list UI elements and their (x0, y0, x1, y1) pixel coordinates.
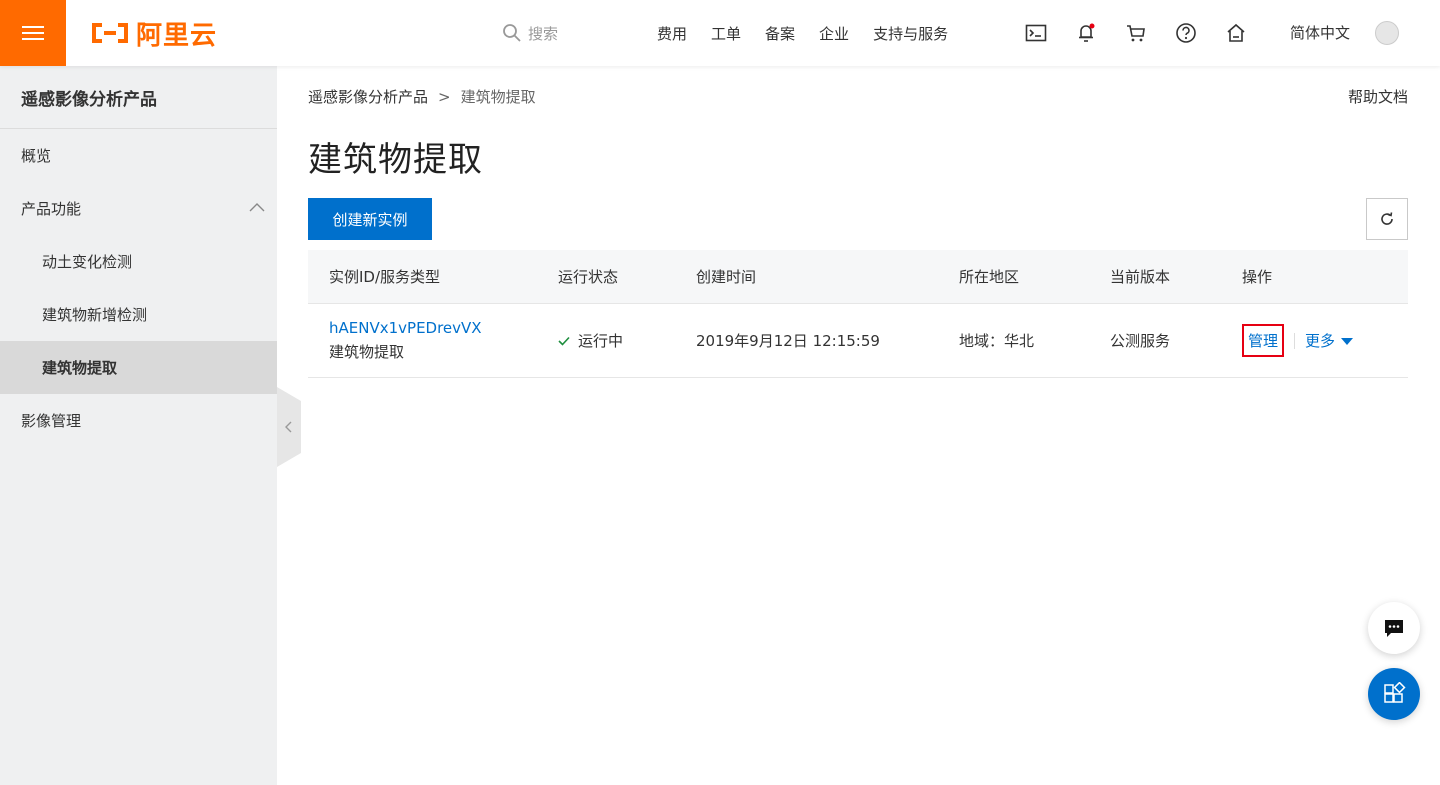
table-row: hAENVx1vPEDrevVX 建筑物提取 运行中 2019年9月12日 12… (308, 304, 1408, 378)
top-bar: 阿里云 搜索 费用 工单 备案 企业 支持与服务 简体中文 (0, 0, 1440, 66)
search-placeholder: 搜索 (528, 24, 559, 43)
apps-button[interactable] (1368, 668, 1420, 720)
sidebar-item-image-management[interactable]: 影像管理 (0, 394, 277, 447)
status-cell: 运行中 (558, 330, 623, 351)
chat-button[interactable] (1368, 602, 1420, 654)
refresh-icon (1381, 212, 1393, 225)
refresh-button[interactable] (1366, 198, 1408, 240)
top-icons (1024, 0, 1274, 66)
sidebar-item-label: 建筑物新增检测 (42, 306, 148, 324)
sidebar-item-land-change[interactable]: 动土变化检测 (0, 235, 277, 288)
sidebar-item-building-new[interactable]: 建筑物新增检测 (0, 288, 277, 341)
status-text: 运行中 (578, 332, 624, 350)
breadcrumb-root[interactable]: 遥感影像分析产品 (308, 86, 428, 107)
sidebar-item-label: 动土变化检测 (42, 253, 133, 271)
col-actions: 操作 (1242, 268, 1273, 286)
menu-button[interactable] (0, 0, 66, 66)
created-time: 2019年9月12日 12:15:59 (696, 332, 880, 350)
aliyun-logo-icon (92, 23, 128, 43)
create-instance-button[interactable]: 创建新实例 (308, 198, 432, 240)
table-header: 实例ID/服务类型 运行状态 创建时间 所在地区 当前版本 操作 (308, 250, 1408, 304)
more-label: 更多 (1305, 332, 1336, 350)
service-type: 建筑物提取 (329, 343, 405, 361)
help-icon[interactable] (1174, 21, 1198, 45)
col-created: 创建时间 (696, 268, 757, 286)
sidebar-title: 遥感影像分析产品 (0, 66, 277, 129)
breadcrumb-current: 建筑物提取 (460, 88, 536, 106)
col-instance-id: 实例ID/服务类型 (329, 268, 441, 286)
sidebar-item-building-extraction[interactable]: 建筑物提取 (0, 341, 277, 394)
nav-fees[interactable]: 费用 (657, 23, 687, 44)
chat-icon (1385, 620, 1403, 637)
search-box[interactable]: 搜索 (502, 20, 558, 46)
sidebar-item-label: 影像管理 (21, 412, 82, 430)
language-switch[interactable]: 简体中文 (1290, 22, 1350, 43)
col-version: 当前版本 (1110, 268, 1171, 286)
manage-link[interactable]: 管理 (1242, 324, 1285, 357)
sidebar: 遥感影像分析产品 概览 产品功能 动土变化检测 建筑物新增检测 建筑物提取 影像… (0, 66, 277, 785)
instance-id-link[interactable]: hAENVx1vPEDrevVX (329, 319, 482, 337)
sidebar-item-label: 建筑物提取 (42, 359, 118, 377)
col-region: 所在地区 (959, 268, 1020, 286)
top-nav: 费用 工单 备案 企业 支持与服务 (657, 0, 972, 66)
breadcrumb-separator-icon: > (438, 87, 451, 106)
nav-enterprise[interactable]: 企业 (819, 23, 849, 44)
cart-icon[interactable] (1124, 21, 1148, 45)
help-docs-link[interactable]: 帮助文档 (1348, 86, 1408, 107)
check-icon (558, 336, 570, 346)
apps-icon (1384, 682, 1406, 703)
search-icon (503, 24, 521, 42)
bell-icon[interactable] (1074, 21, 1098, 45)
page-title: 建筑物提取 (308, 140, 483, 180)
nav-tickets[interactable]: 工单 (711, 23, 741, 44)
actions-cell: 管理 更多 (1242, 324, 1354, 357)
more-dropdown[interactable]: 更多 (1305, 330, 1354, 351)
chevron-up-icon (249, 203, 265, 212)
avatar[interactable] (1375, 21, 1399, 45)
hamburger-icon (22, 26, 44, 40)
sidebar-collapse-handle[interactable] (277, 387, 301, 467)
logo-text: 阿里云 (136, 20, 218, 51)
instance-cell: hAENVx1vPEDrevVX 建筑物提取 (329, 319, 482, 362)
sidebar-item-overview[interactable]: 概览 (0, 129, 277, 182)
nav-support[interactable]: 支持与服务 (873, 23, 948, 44)
action-divider (1294, 332, 1296, 349)
terminal-icon[interactable] (1024, 21, 1048, 45)
col-status: 运行状态 (558, 268, 619, 286)
sidebar-item-label: 产品功能 (21, 200, 82, 218)
breadcrumb: 遥感影像分析产品 > 建筑物提取 (308, 86, 536, 107)
sidebar-item-features[interactable]: 产品功能 (0, 182, 277, 235)
nav-icp[interactable]: 备案 (765, 23, 795, 44)
caret-down-icon (1341, 338, 1354, 345)
logo[interactable]: 阿里云 (88, 17, 218, 51)
home-icon[interactable] (1224, 21, 1248, 45)
instance-table: 实例ID/服务类型 运行状态 创建时间 所在地区 当前版本 操作 hAENVx1… (308, 250, 1408, 378)
region-value: 地域：华北 (959, 332, 1035, 350)
sidebar-item-label: 概览 (21, 147, 52, 165)
version-value: 公测服务 (1110, 332, 1171, 350)
